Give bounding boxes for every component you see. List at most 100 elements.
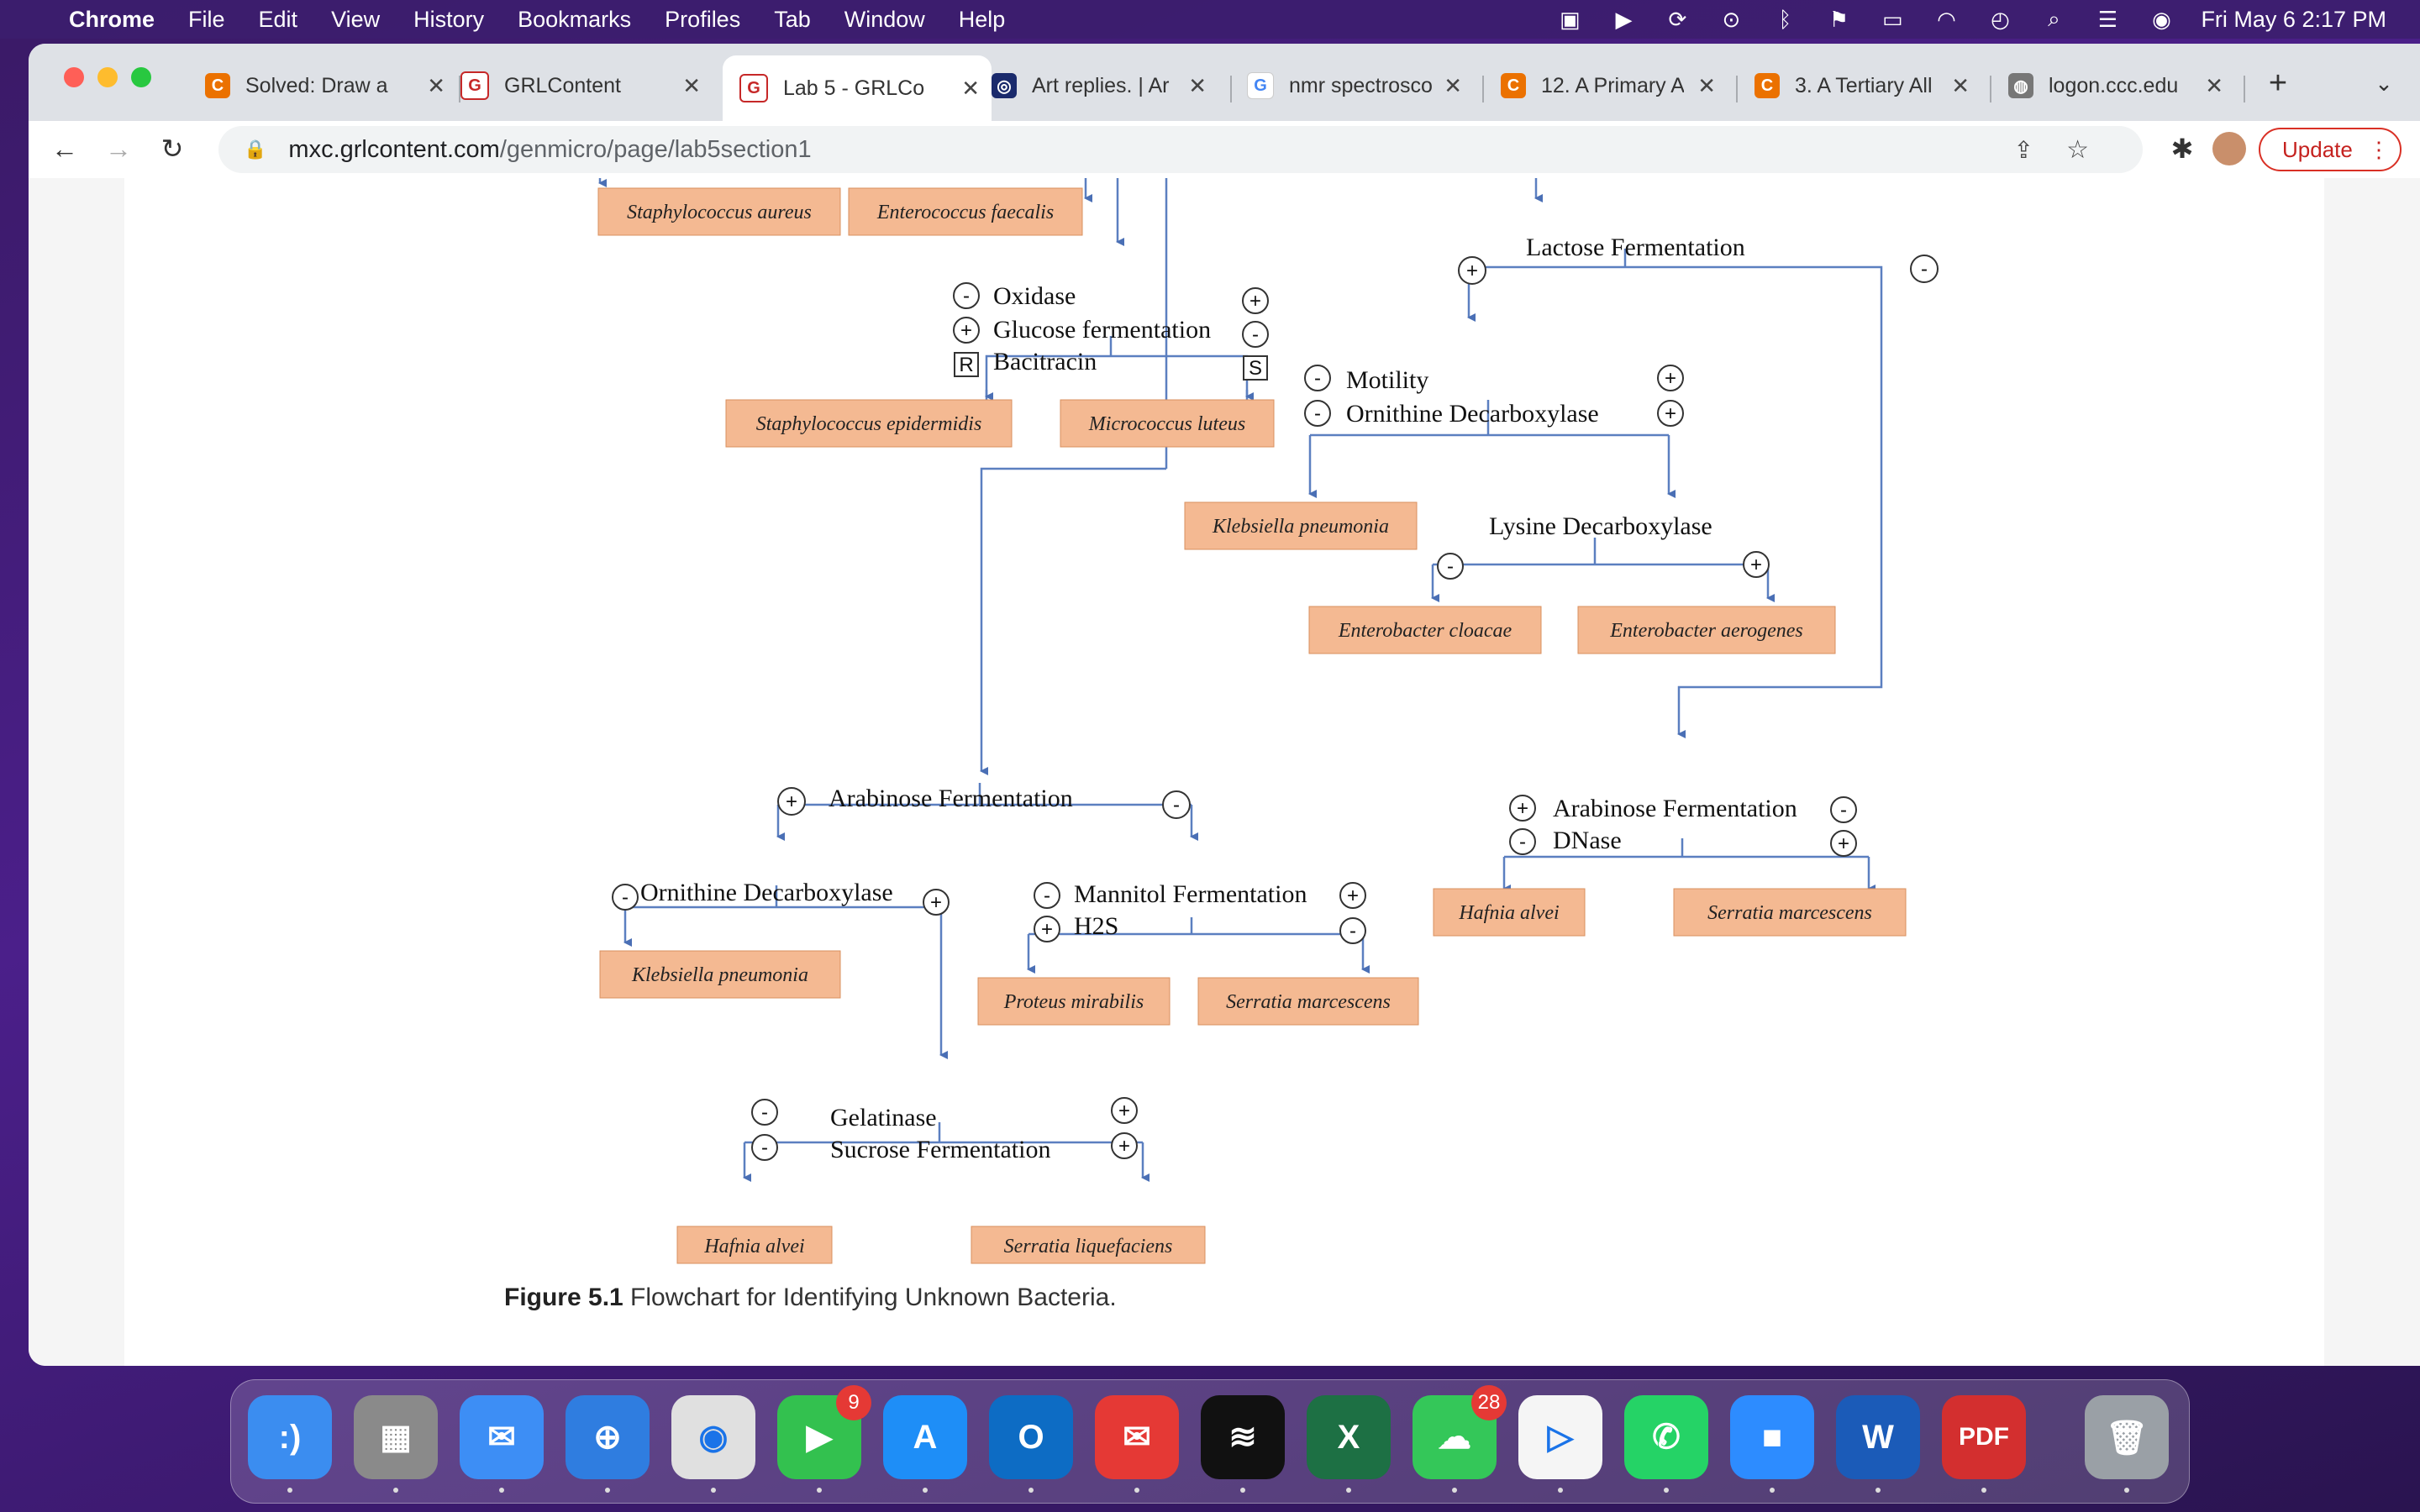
dock-launchpad-icon[interactable]: ▦	[354, 1395, 438, 1493]
minimize-window-button[interactable]	[97, 67, 118, 87]
new-tab-button[interactable]: +	[2259, 64, 2297, 102]
menu-profiles[interactable]: Profiles	[665, 7, 740, 33]
play-app-icon[interactable]: ▶	[1609, 7, 1638, 32]
dock-spotify-icon[interactable]: ≋	[1201, 1395, 1285, 1493]
svg-text:+: +	[1118, 1135, 1130, 1158]
tab-lab5-grlcontent[interactable]: G Lab 5 - GRLCo ✕	[723, 55, 992, 121]
more-menu-icon[interactable]: ⋮	[2368, 137, 2390, 163]
close-tab-icon[interactable]: ✕	[2205, 73, 2223, 99]
close-tab-icon[interactable]: ✕	[961, 76, 980, 102]
dock-messages-icon[interactable]: ☁ 28	[1413, 1385, 1507, 1493]
profile-avatar[interactable]	[2210, 129, 2249, 168]
tab-tertiary-all[interactable]: C 3. A Tertiary All ✕	[1754, 62, 1981, 109]
dock-google-play-icon[interactable]: ▷	[1518, 1395, 1602, 1493]
dock-finder-icon[interactable]: :)	[248, 1395, 332, 1493]
menu-help[interactable]: Help	[959, 7, 1006, 33]
menu-tab[interactable]: Tab	[774, 7, 811, 33]
species-label: Serratia liquefaciens	[1004, 1236, 1173, 1257]
spotlight-search-icon[interactable]: ⌕	[2039, 6, 2068, 31]
menu-app-name[interactable]: Chrome	[69, 7, 155, 33]
dock-app-store-icon[interactable]: A	[883, 1395, 967, 1493]
update-button[interactable]: Update ⋮	[2259, 128, 2402, 171]
dock-facetime-icon[interactable]: ▶ 9	[777, 1385, 871, 1493]
zoom-window-button[interactable]	[131, 67, 151, 87]
menu-window[interactable]: Window	[844, 7, 925, 33]
svg-text:-: -	[761, 1101, 768, 1124]
sync-icon[interactable]: ⟳	[1663, 7, 1691, 32]
update-label: Update	[2282, 136, 2353, 162]
menu-edit[interactable]: Edit	[259, 7, 298, 33]
svg-text:+: +	[1466, 260, 1478, 282]
tab-grlcontent[interactable]: G GRLContent ✕	[460, 62, 713, 109]
reload-button[interactable]: ↻	[153, 129, 192, 168]
test-gelatinase: Gelatinase	[830, 1104, 937, 1131]
close-tab-icon[interactable]: ✕	[1188, 73, 1207, 99]
tab-nmr-spectroscopy[interactable]: G nmr spectrosco ✕	[1247, 62, 1474, 109]
tab-primary-a[interactable]: C 12. A Primary A ✕	[1501, 62, 1728, 109]
forward-button[interactable]: →	[99, 129, 138, 168]
dock-word-icon[interactable]: W	[1836, 1395, 1920, 1493]
chegg-icon: C	[205, 73, 230, 98]
dock-excel-icon[interactable]: X	[1307, 1395, 1391, 1493]
dock-mail-icon[interactable]: ✉	[460, 1395, 544, 1493]
svg-text:+: +	[1041, 918, 1053, 941]
dock-trash-icon[interactable]: 🗑	[2085, 1395, 2169, 1493]
minus-sign-icon: -	[1910, 255, 1939, 283]
close-window-button[interactable]	[64, 67, 84, 87]
menu-bookmarks[interactable]: Bookmarks	[518, 7, 631, 33]
back-button[interactable]: ←	[45, 129, 84, 168]
dock-email-icon[interactable]: ✉	[1095, 1395, 1179, 1493]
close-tab-icon[interactable]: ✕	[682, 73, 701, 99]
us-flag-icon[interactable]: ⚑	[1824, 7, 1853, 32]
extensions-icon[interactable]: ✱	[2163, 129, 2202, 168]
share-icon[interactable]: ⇪	[2014, 136, 2033, 164]
address-bar[interactable]: 🔒 mxc.grlcontent.com/genmicro/page/lab5s…	[218, 126, 2143, 173]
tab-art-replies[interactable]: ◎ Art replies. | Ar ✕	[992, 62, 1218, 109]
test-glucose-fermentation: Glucose fermentation	[993, 316, 1211, 344]
dock: :) ▦ ✉ ⊕ ◉ ▶ 9 A O ✉ ≋ X ☁ 28 ▷ ✆ ■ W PDF 🗑	[230, 1379, 2190, 1504]
menu-history[interactable]: History	[413, 7, 484, 33]
close-tab-icon[interactable]: ✕	[427, 73, 445, 99]
svg-text:+: +	[1249, 290, 1261, 312]
dock-safari-icon[interactable]: ⊕	[566, 1395, 650, 1493]
control-center-icon[interactable]: ☰	[2093, 7, 2122, 32]
menu-clock[interactable]: Fri May 6 2:17 PM	[2201, 7, 2386, 33]
species-proteus-mirabilis: Proteus mirabilis	[977, 977, 1171, 1026]
dock-outlook-icon[interactable]: O	[989, 1395, 1073, 1493]
menu-file[interactable]: File	[188, 7, 225, 33]
wifi-icon[interactable]: ◠	[1932, 7, 1960, 32]
tab-title: Art replies. | Ar	[1032, 73, 1170, 97]
running-indicator	[711, 1488, 716, 1493]
dock-chrome-icon[interactable]: ◉	[671, 1395, 755, 1493]
time-machine-icon[interactable]: ◴	[1986, 7, 2014, 32]
lock-icon[interactable]: 🔒	[244, 139, 266, 160]
dock-whatsapp-icon[interactable]: ✆	[1624, 1395, 1708, 1493]
close-tab-icon[interactable]: ✕	[1697, 73, 1716, 99]
svg-text:-: -	[622, 886, 629, 909]
bluetooth-icon[interactable]: ᛒ	[1770, 7, 1799, 32]
dock-pdf-icon[interactable]: PDF	[1942, 1395, 2026, 1493]
battery-icon[interactable]: ▭	[1878, 7, 1907, 32]
running-indicator	[1240, 1488, 1245, 1493]
grl-icon: G	[739, 74, 768, 102]
minus-sign-icon: -	[612, 884, 639, 911]
close-tab-icon[interactable]: ✕	[1444, 73, 1462, 99]
tab-solved-draw[interactable]: C Solved: Draw a ✕	[205, 62, 457, 109]
dock-zoom-icon[interactable]: ■	[1730, 1395, 1814, 1493]
tab-logon-ccc[interactable]: ◍ logon.ccc.edu ✕	[2008, 62, 2235, 109]
resistant-sign-icon: R	[954, 352, 979, 377]
screen-record-icon[interactable]: ▣	[1555, 7, 1584, 32]
bookmark-star-icon[interactable]: ☆	[2066, 135, 2089, 165]
siri-icon[interactable]: ◉	[2147, 7, 2175, 32]
tab-search-chevron-icon[interactable]: ⌄	[2365, 64, 2403, 102]
tab-separator	[1230, 76, 1232, 102]
test-ornithine-left: Ornithine Decarboxylase	[640, 879, 893, 906]
svg-text:+: +	[960, 319, 972, 342]
species-staph-aureus: Staphylococcus aureus	[597, 187, 841, 236]
tab-title: 3. A Tertiary All	[1795, 73, 1933, 97]
svg-text:-: -	[1349, 920, 1356, 942]
close-tab-icon[interactable]: ✕	[1951, 73, 1970, 99]
menu-view[interactable]: View	[331, 7, 380, 33]
test-sucrose-fermentation: Sucrose Fermentation	[830, 1136, 1050, 1163]
media-play-icon[interactable]: ⊙	[1717, 7, 1745, 32]
